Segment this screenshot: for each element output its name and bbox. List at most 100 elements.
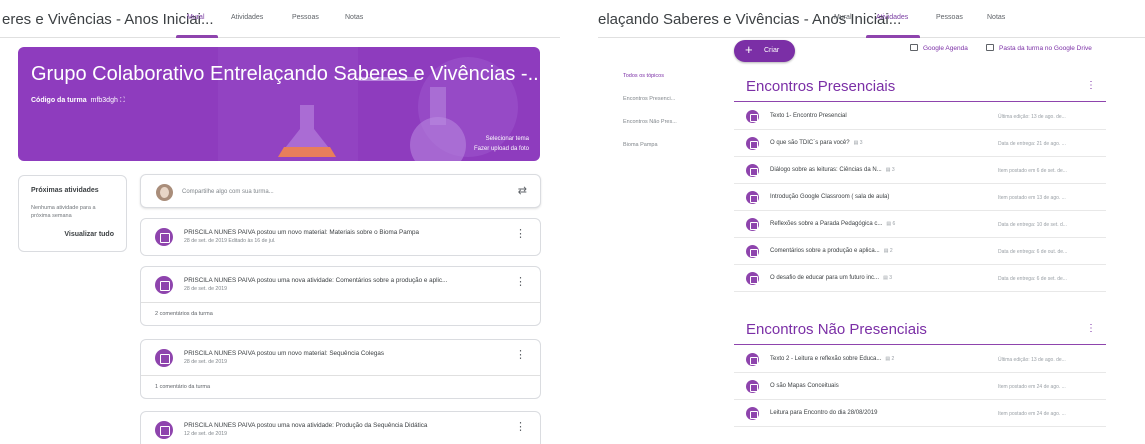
topic-all[interactable]: Todos os tópicos [623, 73, 677, 79]
classwork-item[interactable]: O desafio de educar para um futuro inc..… [734, 265, 1106, 292]
item-meta: Data de entrega: 21 de ago. ... [998, 141, 1066, 147]
plus-icon: + [745, 42, 753, 57]
item-meta: Última edição: 13 de ago. de... [998, 357, 1066, 363]
class-comments-link[interactable]: 1 comentário da turma [155, 384, 210, 390]
stream-post[interactable]: PRISCILA NUNES PAIVA postou uma nova ati… [140, 266, 541, 326]
item-title: Leitura para Encontro do dia 28/08/2019 [770, 410, 878, 416]
topic-encontros-presenciais[interactable]: Encontros Presenci... [623, 96, 677, 102]
class-code-value[interactable]: mfb3dgh [91, 97, 118, 104]
stream-post[interactable]: PRISCILA NUNES PAIVA postou um novo mate… [140, 218, 541, 256]
classwork-item[interactable]: Diálogo sobre as leituras: Ciências da N… [734, 157, 1106, 184]
class-title[interactable]: eres e Vivências - Anos Iniciai... [2, 11, 214, 28]
kebab-menu-icon[interactable]: ⋮ [515, 422, 526, 433]
expand-icon[interactable]: ⛶ [120, 97, 125, 104]
item-meta: Item postado em 24 de ago. ... [998, 411, 1066, 417]
active-tab-indicator [176, 35, 218, 38]
material-icon [746, 353, 759, 366]
create-label: Criar [764, 47, 780, 54]
upload-photo-button[interactable]: Fazer upload da foto [474, 146, 529, 152]
classwork-item[interactable]: Introdução Google Classroom ( sala de au… [734, 184, 1106, 211]
comment-icon: ▤ [885, 356, 891, 362]
divider [141, 375, 540, 376]
classwork-item[interactable]: Reflexões sobre a Parada Pedagógica c...… [734, 211, 1106, 238]
post-title[interactable]: PRISCILA NUNES PAIVA postou um novo mate… [184, 229, 419, 236]
item-title: Texto 1- Encontro Presencial [770, 113, 847, 119]
comment-count: ▤ 3 [885, 167, 895, 173]
item-title: Diálogo sobre as leituras: Ciências da N… [770, 167, 895, 173]
classwork-item[interactable]: Texto 2 - Leitura e reflexão sobre Educa… [734, 346, 1106, 373]
google-calendar-link[interactable]: Google Agenda [910, 44, 968, 52]
material-icon [155, 228, 173, 246]
item-meta: Item postado em 13 de ago. ... [998, 195, 1066, 201]
view-all-link[interactable]: Visualizar tudo [64, 231, 114, 238]
topic-encontros-nao-presenciais[interactable]: Encontros Não Pres... [623, 119, 677, 125]
upcoming-title: Próximas atividades [31, 187, 99, 194]
topic-bioma-pampa[interactable]: Bioma Pampa [623, 142, 677, 148]
item-meta: Item postado em 24 de ago. ... [998, 384, 1066, 390]
active-tab-indicator [866, 35, 920, 38]
post-title[interactable]: PRISCILA NUNES PAIVA postou um novo mate… [184, 350, 384, 357]
section-title[interactable]: Encontros Presenciais [746, 78, 895, 95]
top-app-bar: eres e Vivências - Anos Iniciai... Mural… [0, 0, 560, 38]
kebab-menu-icon[interactable]: ⋮ [515, 277, 526, 288]
material-icon [746, 407, 759, 420]
kebab-menu-icon[interactable]: ⋮ [1086, 81, 1096, 91]
stream-post[interactable]: PRISCILA NUNES PAIVA postou um novo mate… [140, 339, 541, 399]
question-icon [746, 164, 759, 177]
tab-mural[interactable]: Mural [834, 14, 852, 21]
share-placeholder[interactable]: Compartilhe algo com sua turma... [182, 189, 274, 195]
comment-count: ▤ 2 [883, 248, 893, 254]
classwork-item[interactable]: O que são TDIC´s para você? ▤ 3 Data de e… [734, 130, 1106, 157]
post-date: 28 de set. de 2019 Editado às 16 de jul. [184, 238, 276, 244]
class-code: Código da turma mfb3dgh ⛶ [31, 97, 125, 105]
comment-count: ▤ 3 [853, 140, 863, 146]
kebab-menu-icon[interactable]: ⋮ [515, 350, 526, 361]
tab-notas[interactable]: Notas [345, 14, 363, 21]
class-title[interactable]: elaçando Saberes e Vivências - Anos Inic… [598, 11, 901, 28]
post-title[interactable]: PRISCILA NUNES PAIVA postou uma nova ati… [184, 277, 447, 284]
item-title: Reflexões sobre a Parada Pedagógica c...… [770, 221, 896, 227]
kebab-menu-icon[interactable]: ⋮ [1086, 324, 1096, 334]
banner-title: Grupo Colaborativo Entrelaçando Saberes … [31, 63, 540, 85]
assignment-icon [746, 272, 759, 285]
tab-pessoas[interactable]: Pessoas [292, 14, 319, 21]
create-button[interactable]: + Criar [734, 40, 795, 62]
comment-icon: ▤ [886, 221, 892, 227]
tab-pessoas[interactable]: Pessoas [936, 14, 963, 21]
calendar-icon [910, 44, 918, 51]
classwork-item[interactable]: Leitura para Encontro do dia 28/08/2019 … [734, 400, 1106, 427]
section-divider [734, 101, 1106, 102]
repost-icon[interactable]: ⇄ [518, 184, 527, 197]
tab-mural[interactable]: Mural [187, 14, 205, 21]
class-comments-link[interactable]: 2 comentários da turma [155, 311, 213, 317]
classwork-page: elaçando Saberes e Vivências - Anos Inic… [598, 0, 1145, 444]
drive-folder-link[interactable]: Pasta da turma no Google Drive [986, 44, 1092, 52]
kebab-menu-icon[interactable]: ⋮ [515, 229, 526, 240]
tab-atividades[interactable]: Atividades [231, 14, 263, 21]
classwork-item[interactable]: Texto 1- Encontro Presencial Última ediç… [734, 103, 1106, 130]
tab-notas[interactable]: Notas [987, 14, 1005, 21]
upcoming-empty-text: Nenhuma atividade para a próxima semana [31, 205, 96, 219]
item-title: O desafio de educar para um futuro inc..… [770, 275, 892, 281]
stream-page: eres e Vivências - Anos Iniciai... Mural… [0, 0, 560, 444]
comment-icon: ▤ [885, 167, 891, 173]
section-title[interactable]: Encontros Não Presenciais [746, 321, 927, 338]
item-meta: Data de entrega: 6 de set. de... [998, 276, 1067, 282]
classwork-item[interactable]: Comentários sobre a produção e aplica...… [734, 238, 1106, 265]
select-theme-button[interactable]: Selecionar tema [486, 136, 529, 142]
item-meta: Item postado em 6 de set. de... [998, 168, 1067, 174]
stream-post[interactable]: PRISCILA NUNES PAIVA postou uma nova ati… [140, 411, 541, 444]
post-date: 12 de set. de 2019 [184, 431, 227, 437]
topic-list: Todos os tópicos Encontros Presenci... E… [623, 73, 677, 165]
classwork-item[interactable]: O são Mapas Conceituais Item postado em … [734, 373, 1106, 400]
material-icon [155, 349, 173, 367]
post-date: 28 de set. de 2019 [184, 286, 227, 292]
avatar [156, 184, 173, 201]
comment-count: ▤ 3 [883, 275, 892, 281]
material-icon [746, 110, 759, 123]
post-title[interactable]: PRISCILA NUNES PAIVA postou uma nova ati… [184, 422, 427, 429]
item-meta: Última edição: 13 de ago. de... [998, 114, 1066, 120]
item-meta: Data de entrega: 10 de set. d... [998, 222, 1067, 228]
tab-atividades[interactable]: Atividades [876, 14, 908, 21]
share-box[interactable]: Compartilhe algo com sua turma... ⇄ [140, 174, 541, 208]
